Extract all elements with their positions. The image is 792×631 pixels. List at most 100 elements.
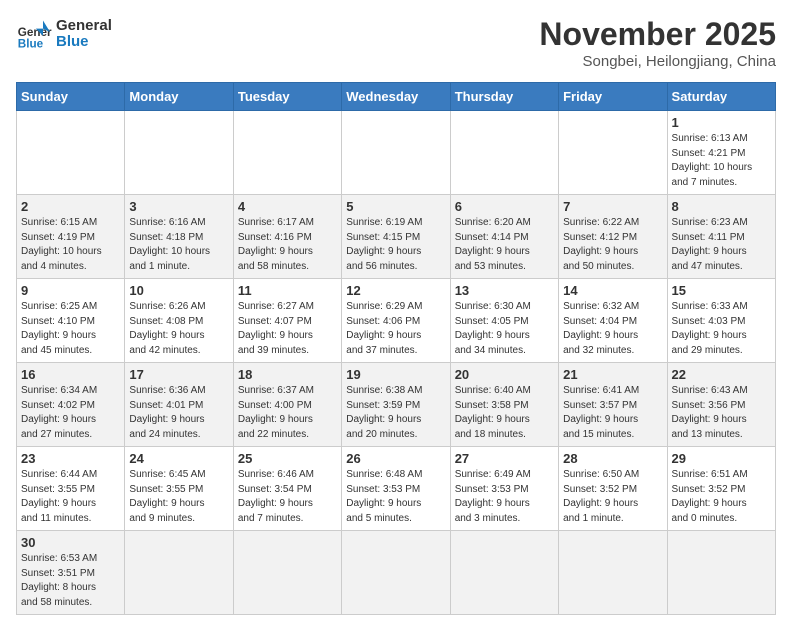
day-number: 4 bbox=[238, 199, 337, 214]
day-info: Sunrise: 6:20 AM Sunset: 4:14 PM Dayligh… bbox=[455, 216, 554, 274]
calendar-cell: 21 Sunrise: 6:41 AM Sunset: 3:57 PM Dayli… bbox=[559, 363, 667, 447]
day-number: 9 bbox=[21, 283, 120, 298]
calendar-week-row: 1 Sunrise: 6:13 AM Sunset: 4:21 PM Daylig… bbox=[17, 111, 776, 195]
calendar: SundayMondayTuesdayWednesdayThursdayFrid… bbox=[16, 82, 776, 615]
calendar-cell: 13 Sunrise: 6:30 AM Sunset: 4:05 PM Dayli… bbox=[450, 279, 558, 363]
day-number: 20 bbox=[455, 367, 554, 382]
day-number: 18 bbox=[238, 367, 337, 382]
calendar-cell: 20Sunrise: 6:40 AM Sunset: 3:58 PM Dayli… bbox=[450, 363, 558, 447]
calendar-cell: 22Sunrise: 6:43 AM Sunset: 3:56 PM Dayli… bbox=[667, 363, 775, 447]
calendar-cell bbox=[667, 531, 775, 615]
title-area: November 2025 Songbei, Heilongjiang, Chi… bbox=[539, 16, 776, 70]
calendar-cell bbox=[17, 111, 125, 195]
calendar-cell bbox=[125, 111, 233, 195]
calendar-cell: 9 Sunrise: 6:25 AM Sunset: 4:10 PM Daylig… bbox=[17, 279, 125, 363]
header: General Blue General Blue November 2025 … bbox=[16, 16, 776, 70]
day-number: 16 bbox=[21, 367, 120, 382]
calendar-cell: 17 Sunrise: 6:36 AM Sunset: 4:01 PM Dayli… bbox=[125, 363, 233, 447]
day-info: Sunrise: 6:50 AM Sunset: 3:52 PM Dayligh… bbox=[563, 468, 662, 526]
day-number: 6 bbox=[455, 199, 554, 214]
day-info: Sunrise: 6:27 AM Sunset: 4:07 PM Dayligh… bbox=[238, 300, 337, 358]
calendar-cell bbox=[450, 111, 558, 195]
calendar-cell: 3Sunrise: 6:16 AM Sunset: 4:18 PM Daylig… bbox=[125, 195, 233, 279]
day-number: 26 bbox=[346, 451, 445, 466]
logo-blue: Blue bbox=[56, 34, 112, 51]
day-info: Sunrise: 6:51 AM Sunset: 3:52 PM Dayligh… bbox=[672, 468, 771, 526]
calendar-week-row: 16Sunrise: 6:34 AM Sunset: 4:02 PM Dayli… bbox=[17, 363, 776, 447]
day-info: Sunrise: 6:22 AM Sunset: 4:12 PM Dayligh… bbox=[563, 216, 662, 274]
day-info: Sunrise: 6:30 AM Sunset: 4:05 PM Dayligh… bbox=[455, 300, 554, 358]
month-year: November 2025 bbox=[539, 16, 776, 53]
calendar-cell: 18 Sunrise: 6:37 AM Sunset: 4:00 PM Dayli… bbox=[233, 363, 341, 447]
day-number: 12 bbox=[346, 283, 445, 298]
calendar-cell: 1 Sunrise: 6:13 AM Sunset: 4:21 PM Daylig… bbox=[667, 111, 775, 195]
calendar-cell: 12Sunrise: 6:29 AM Sunset: 4:06 PM Dayli… bbox=[342, 279, 450, 363]
calendar-cell: 4Sunrise: 6:17 AM Sunset: 4:16 PM Daylig… bbox=[233, 195, 341, 279]
logo: General Blue General Blue bbox=[16, 16, 112, 52]
day-info: Sunrise: 6:45 AM Sunset: 3:55 PM Dayligh… bbox=[129, 468, 228, 526]
day-info: Sunrise: 6:26 AM Sunset: 4:08 PM Dayligh… bbox=[129, 300, 228, 358]
day-info: Sunrise: 6:13 AM Sunset: 4:21 PM Dayligh… bbox=[672, 132, 771, 190]
calendar-cell: 24 Sunrise: 6:45 AM Sunset: 3:55 PM Dayli… bbox=[125, 447, 233, 531]
day-info: Sunrise: 6:16 AM Sunset: 4:18 PM Dayligh… bbox=[129, 216, 228, 274]
calendar-cell: 5 Sunrise: 6:19 AM Sunset: 4:15 PM Daylig… bbox=[342, 195, 450, 279]
day-number: 29 bbox=[672, 451, 771, 466]
weekday-header-sunday: Sunday bbox=[17, 83, 125, 111]
calendar-week-row: 23 Sunrise: 6:44 AM Sunset: 3:55 PM Dayli… bbox=[17, 447, 776, 531]
day-number: 21 bbox=[563, 367, 662, 382]
day-number: 30 bbox=[21, 535, 120, 550]
day-number: 25 bbox=[238, 451, 337, 466]
weekday-header-tuesday: Tuesday bbox=[233, 83, 341, 111]
weekday-header-monday: Monday bbox=[125, 83, 233, 111]
day-info: Sunrise: 6:32 AM Sunset: 4:04 PM Dayligh… bbox=[563, 300, 662, 358]
calendar-cell: 6 Sunrise: 6:20 AM Sunset: 4:14 PM Daylig… bbox=[450, 195, 558, 279]
calendar-cell bbox=[342, 531, 450, 615]
day-info: Sunrise: 6:15 AM Sunset: 4:19 PM Dayligh… bbox=[21, 216, 120, 274]
calendar-cell: 28 Sunrise: 6:50 AM Sunset: 3:52 PM Dayli… bbox=[559, 447, 667, 531]
day-info: Sunrise: 6:49 AM Sunset: 3:53 PM Dayligh… bbox=[455, 468, 554, 526]
day-info: Sunrise: 6:19 AM Sunset: 4:15 PM Dayligh… bbox=[346, 216, 445, 274]
day-number: 11 bbox=[238, 283, 337, 298]
calendar-cell: 7 Sunrise: 6:22 AM Sunset: 4:12 PM Daylig… bbox=[559, 195, 667, 279]
calendar-cell: 16Sunrise: 6:34 AM Sunset: 4:02 PM Dayli… bbox=[17, 363, 125, 447]
weekday-header-friday: Friday bbox=[559, 83, 667, 111]
day-number: 23 bbox=[21, 451, 120, 466]
day-info: Sunrise: 6:43 AM Sunset: 3:56 PM Dayligh… bbox=[672, 384, 771, 442]
day-number: 27 bbox=[455, 451, 554, 466]
day-info: Sunrise: 6:53 AM Sunset: 3:51 PM Dayligh… bbox=[21, 552, 120, 610]
day-info: Sunrise: 6:41 AM Sunset: 3:57 PM Dayligh… bbox=[563, 384, 662, 442]
calendar-cell bbox=[559, 531, 667, 615]
day-info: Sunrise: 6:44 AM Sunset: 3:55 PM Dayligh… bbox=[21, 468, 120, 526]
day-info: Sunrise: 6:25 AM Sunset: 4:10 PM Dayligh… bbox=[21, 300, 120, 358]
day-number: 24 bbox=[129, 451, 228, 466]
day-info: Sunrise: 6:37 AM Sunset: 4:00 PM Dayligh… bbox=[238, 384, 337, 442]
day-number: 13 bbox=[455, 283, 554, 298]
calendar-week-row: 2Sunrise: 6:15 AM Sunset: 4:19 PM Daylig… bbox=[17, 195, 776, 279]
day-number: 28 bbox=[563, 451, 662, 466]
weekday-header-row: SundayMondayTuesdayWednesdayThursdayFrid… bbox=[17, 83, 776, 111]
day-info: Sunrise: 6:38 AM Sunset: 3:59 PM Dayligh… bbox=[346, 384, 445, 442]
day-number: 10 bbox=[129, 283, 228, 298]
day-info: Sunrise: 6:23 AM Sunset: 4:11 PM Dayligh… bbox=[672, 216, 771, 274]
calendar-week-row: 30 Sunrise: 6:53 AM Sunset: 3:51 PM Dayli… bbox=[17, 531, 776, 615]
calendar-cell: 10 Sunrise: 6:26 AM Sunset: 4:08 PM Dayli… bbox=[125, 279, 233, 363]
logo-general: General bbox=[56, 18, 112, 35]
calendar-cell: 23 Sunrise: 6:44 AM Sunset: 3:55 PM Dayli… bbox=[17, 447, 125, 531]
calendar-cell: 8 Sunrise: 6:23 AM Sunset: 4:11 PM Daylig… bbox=[667, 195, 775, 279]
calendar-week-row: 9 Sunrise: 6:25 AM Sunset: 4:10 PM Daylig… bbox=[17, 279, 776, 363]
calendar-cell bbox=[233, 111, 341, 195]
day-number: 19 bbox=[346, 367, 445, 382]
day-number: 14 bbox=[563, 283, 662, 298]
day-info: Sunrise: 6:46 AM Sunset: 3:54 PM Dayligh… bbox=[238, 468, 337, 526]
logo-icon: General Blue bbox=[16, 16, 52, 52]
weekday-header-saturday: Saturday bbox=[667, 83, 775, 111]
day-number: 7 bbox=[563, 199, 662, 214]
day-info: Sunrise: 6:36 AM Sunset: 4:01 PM Dayligh… bbox=[129, 384, 228, 442]
calendar-cell: 15Sunrise: 6:33 AM Sunset: 4:03 PM Dayli… bbox=[667, 279, 775, 363]
calendar-cell bbox=[342, 111, 450, 195]
day-number: 8 bbox=[672, 199, 771, 214]
day-number: 1 bbox=[672, 115, 771, 130]
location: Songbei, Heilongjiang, China bbox=[539, 53, 776, 70]
day-number: 5 bbox=[346, 199, 445, 214]
day-number: 17 bbox=[129, 367, 228, 382]
